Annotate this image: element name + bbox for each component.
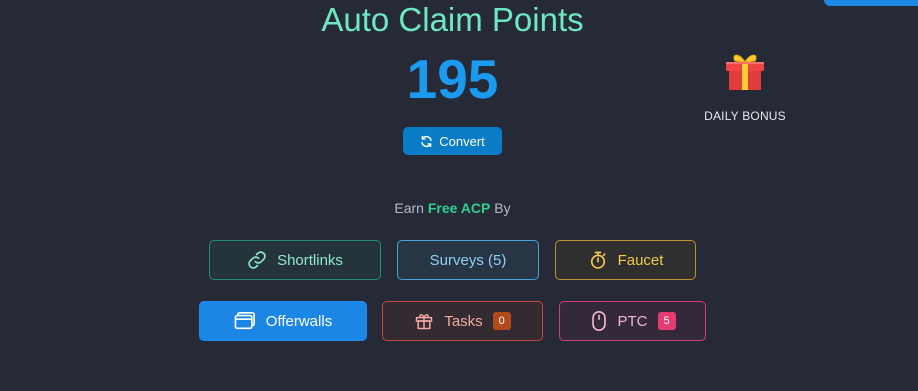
offerwalls-label: Offerwalls — [265, 312, 333, 330]
surveys-label: Surveys (5) — [429, 251, 507, 269]
link-icon — [247, 250, 267, 270]
earn-heading: Earn Free ACP By — [0, 200, 905, 216]
ptc-count-badge: 5 — [657, 312, 676, 330]
mouse-icon — [590, 310, 608, 332]
ptc-button[interactable]: PTC 5 — [559, 301, 706, 341]
earn-prefix: Earn — [394, 200, 424, 216]
faucet-label: Faucet — [617, 251, 664, 269]
offerwalls-button[interactable]: Offerwalls — [199, 301, 367, 341]
shortlinks-button[interactable]: Shortlinks — [209, 240, 381, 280]
tasks-label: Tasks — [444, 312, 483, 330]
refresh-icon — [420, 135, 433, 148]
gift-icon — [690, 50, 800, 92]
stopwatch-icon — [588, 250, 608, 270]
daily-bonus-label: DAILY BONUS — [704, 109, 786, 123]
ptc-label: PTC — [617, 312, 648, 330]
window-icon — [234, 311, 256, 331]
convert-button[interactable]: Convert — [403, 127, 502, 155]
tasks-button[interactable]: Tasks 0 — [382, 301, 543, 341]
gift-icon — [414, 311, 434, 331]
earn-highlight: Free ACP — [427, 200, 491, 216]
convert-label: Convert — [439, 133, 485, 149]
surveys-button[interactable]: Surveys (5) — [397, 240, 539, 280]
tasks-count-badge: 0 — [492, 312, 511, 330]
earn-suffix: By — [494, 200, 511, 216]
daily-bonus[interactable]: DAILY BONUS — [690, 50, 800, 123]
faucet-button[interactable]: Faucet — [555, 240, 696, 280]
page-title: Auto Claim Points — [321, 1, 584, 38]
shortlinks-label: Shortlinks — [277, 251, 343, 269]
